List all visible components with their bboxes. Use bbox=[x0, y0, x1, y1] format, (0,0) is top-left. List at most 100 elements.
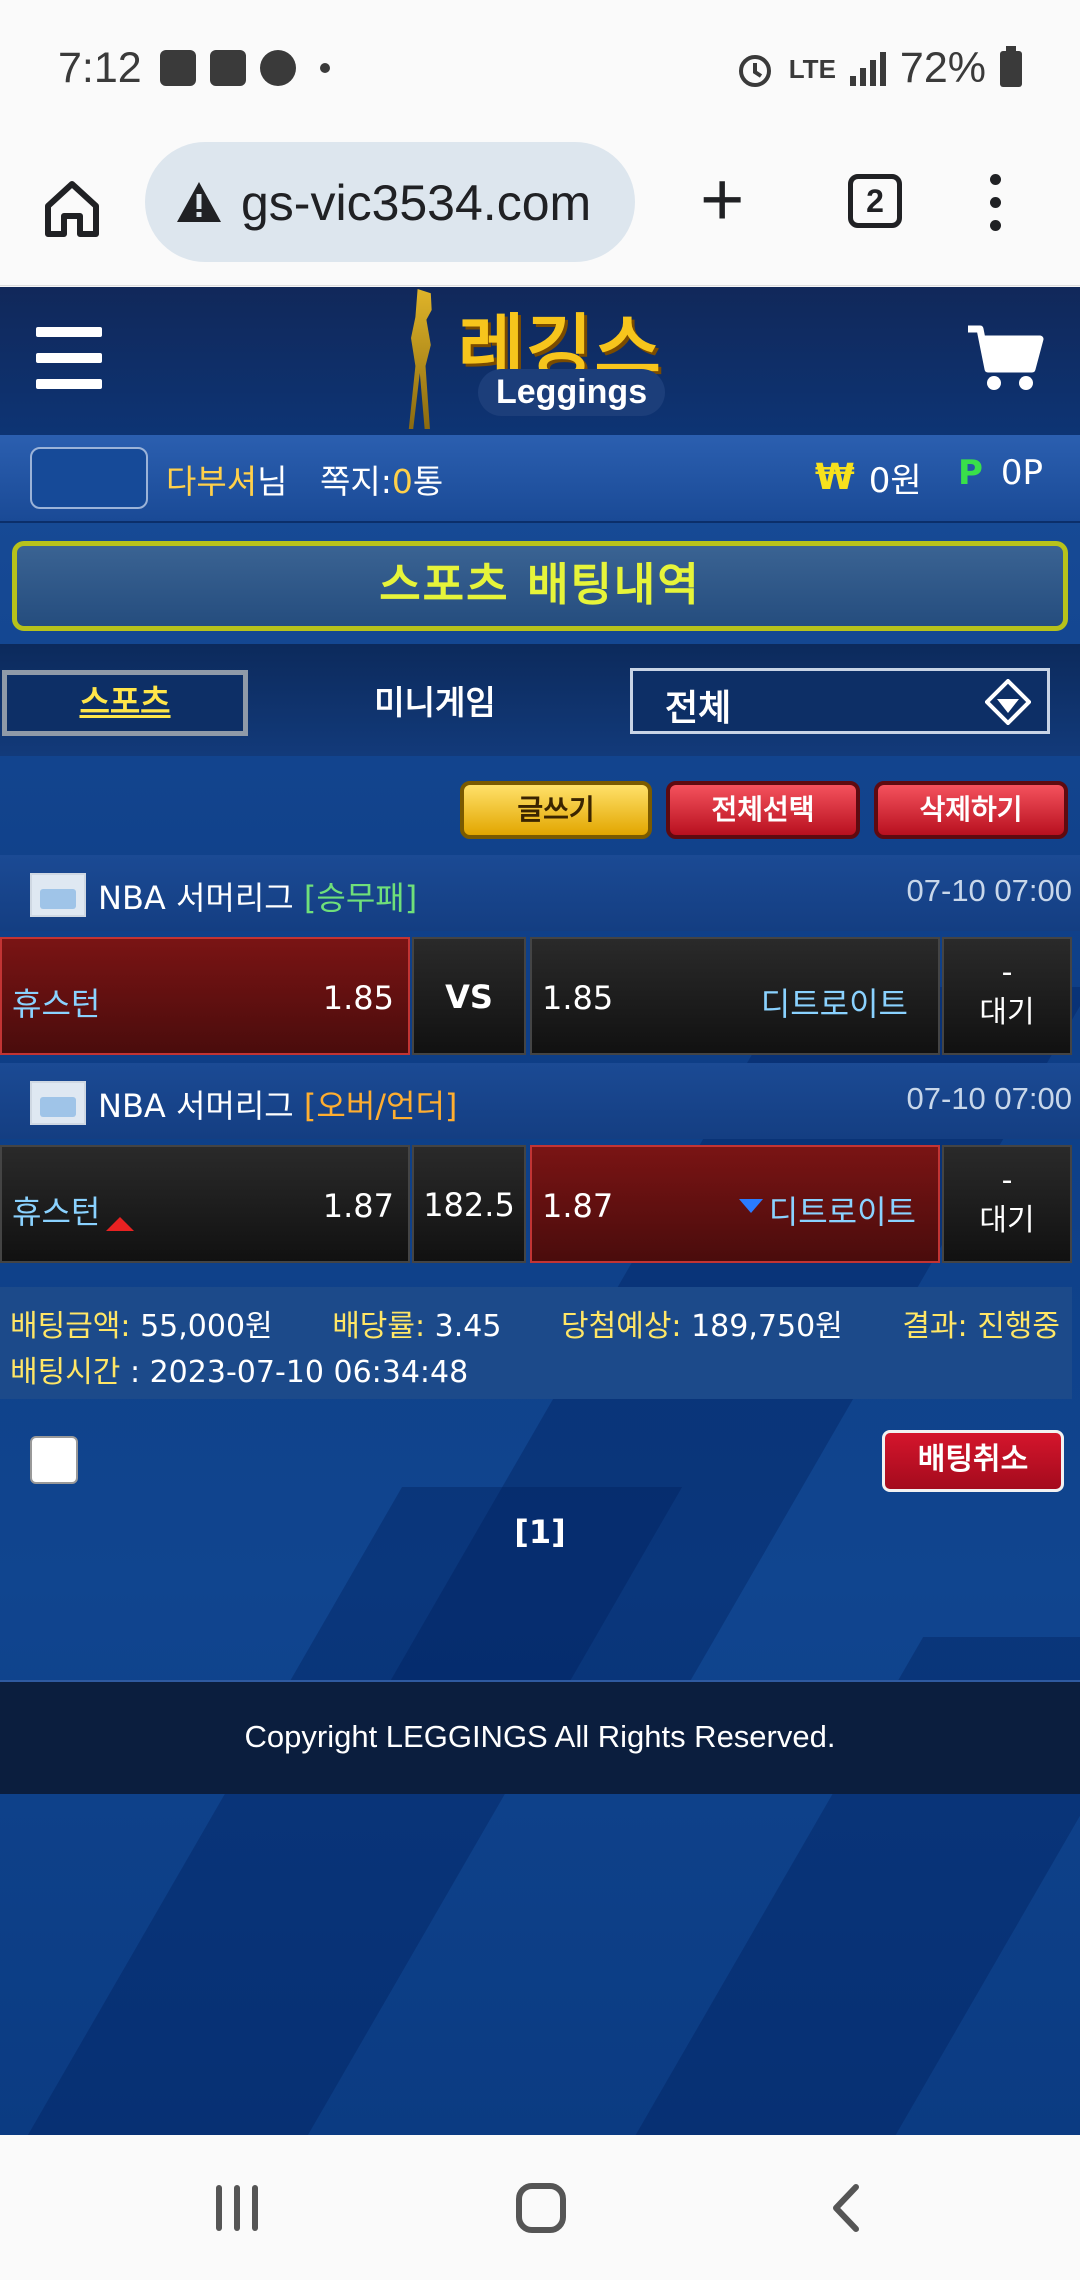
bet-time: 배팅시간 : 2023-07-10 06:34:48 bbox=[10, 1355, 469, 1390]
away-odds: 1.87 bbox=[542, 1187, 614, 1225]
address-bar[interactable]: gs-vic3534.com bbox=[145, 142, 635, 262]
league-image-icon bbox=[30, 1081, 86, 1125]
browser-toolbar: gs-vic3534.com + 2 bbox=[0, 140, 1080, 286]
alarm-icon bbox=[738, 54, 771, 87]
game-score: - bbox=[1001, 955, 1013, 990]
league-label: NBA 서머리그 bbox=[98, 1087, 294, 1125]
home-team-label: 휴스턴 bbox=[12, 1193, 101, 1231]
message-number: 0 bbox=[391, 462, 413, 501]
dropdown-arrow-icon bbox=[985, 679, 1031, 725]
away-team: 디트로이트 bbox=[760, 985, 908, 1023]
bet-select-checkbox[interactable] bbox=[30, 1436, 78, 1484]
user-honorific: 님 bbox=[257, 462, 288, 501]
new-tab-button[interactable]: + bbox=[700, 162, 744, 238]
tab-switcher-button[interactable]: 2 bbox=[848, 174, 902, 228]
bet-expected-value: 189,750원 bbox=[691, 1309, 843, 1344]
home-odds: 1.85 bbox=[322, 979, 394, 1017]
network-type: LTE bbox=[788, 53, 836, 84]
home-icon[interactable] bbox=[40, 176, 104, 240]
home-pick-cell: 휴스턴 1.85 bbox=[0, 937, 410, 1055]
nav-home-icon[interactable] bbox=[516, 2183, 566, 2233]
more-notifications-icon bbox=[320, 63, 330, 73]
battery-percent: 72% bbox=[899, 44, 986, 92]
over-arrow-icon bbox=[106, 1217, 135, 1231]
league-name: NBA 서머리그 [오버/언더] bbox=[98, 1081, 457, 1127]
away-pick-cell: 1.87 디트로이트 bbox=[530, 1145, 940, 1263]
game-score: - bbox=[1001, 1163, 1013, 1198]
game-status: 대기 bbox=[979, 995, 1035, 1030]
game-status-cell: - 대기 bbox=[942, 1145, 1072, 1263]
site-header: 레깅스 Leggings bbox=[0, 287, 1080, 435]
battery-icon bbox=[1000, 45, 1022, 87]
bet-odds-label: 배당률: bbox=[332, 1309, 426, 1344]
game-status: 대기 bbox=[979, 1203, 1035, 1238]
bet-expected: 당첨예상: 189,750원 bbox=[561, 1301, 843, 1345]
url-text[interactable]: gs-vic3534.com bbox=[241, 174, 621, 232]
home-pick-cell: 휴스턴 1.87 bbox=[0, 1145, 410, 1263]
bet-game-header: NBA 서머리그 [오버/언더] 07-10 07:00 bbox=[0, 1063, 1080, 1139]
bet-game-header: NBA 서머리그 [승무패] 07-10 07:00 bbox=[0, 855, 1080, 931]
user-info-bar: 다부셔님 쪽지:0통 ₩0원 P 0P bbox=[0, 435, 1080, 523]
bet-result: 결과: 진행중 bbox=[902, 1301, 1060, 1345]
calendar-icon bbox=[210, 50, 246, 86]
bet-amount-label: 배팅금액: bbox=[10, 1309, 131, 1344]
chat-icon bbox=[260, 50, 296, 86]
under-arrow-icon bbox=[738, 1199, 763, 1213]
message-unit: 통 bbox=[412, 462, 444, 501]
hamburger-menu-icon[interactable] bbox=[36, 327, 102, 389]
page-title: 스포츠 배팅내역 bbox=[12, 541, 1068, 631]
bet-odds-value: 3.45 bbox=[434, 1309, 502, 1344]
category-tabs: 스포츠 미니게임 전체 bbox=[0, 644, 1080, 756]
points-value: 0P bbox=[1000, 453, 1044, 493]
bet-odds: 배당률: 3.45 bbox=[332, 1301, 501, 1345]
system-nav-bar bbox=[0, 2135, 1080, 2280]
user-money: ₩0원 bbox=[815, 453, 922, 502]
menu-button[interactable] bbox=[990, 174, 1002, 234]
write-button[interactable]: 글쓰기 bbox=[460, 781, 652, 839]
background-decoration bbox=[0, 1487, 683, 2135]
away-odds: 1.85 bbox=[542, 979, 614, 1017]
pagination-current[interactable]: [1] bbox=[0, 1513, 1080, 1551]
bet-amount-value: 55,000원 bbox=[140, 1309, 273, 1344]
site-logo[interactable]: 레깅스 Leggings bbox=[400, 287, 700, 435]
bet-expected-label: 당첨예상: bbox=[561, 1309, 682, 1344]
bet-game-row: 휴스턴 1.87 182.5 1.87 디트로이트 - 대기 bbox=[0, 1145, 1080, 1265]
tab-sports[interactable]: 스포츠 bbox=[2, 670, 248, 736]
game-date: 07-10 07:00 bbox=[906, 873, 1072, 908]
notification-icons bbox=[160, 50, 330, 86]
recent-apps-icon[interactable] bbox=[216, 2185, 266, 2235]
status-right: LTE 72% bbox=[735, 44, 1022, 93]
logo-text-en: Leggings bbox=[478, 369, 666, 416]
bet-amount: 배팅금액: 55,000원 bbox=[10, 1301, 273, 1345]
select-all-button[interactable]: 전체선택 bbox=[666, 781, 860, 839]
logo-figure-icon bbox=[408, 289, 432, 429]
bet-summary: 배팅금액: 55,000원 배당률: 3.45 당첨예상: 189,750원 결… bbox=[0, 1287, 1072, 1399]
league-name: NBA 서머리그 [승무패] bbox=[98, 873, 417, 919]
middle-cell: VS bbox=[412, 937, 526, 1055]
message-count[interactable]: 쪽지:0통 bbox=[320, 455, 443, 503]
away-pick-cell: 1.85 디트로이트 bbox=[530, 937, 940, 1055]
signal-icon bbox=[849, 51, 886, 86]
cancel-bet-button[interactable]: 배팅취소 bbox=[882, 1430, 1064, 1492]
filter-select[interactable]: 전체 bbox=[630, 668, 1050, 734]
bet-game-row: 휴스턴 1.85 VS 1.85 디트로이트 - 대기 bbox=[0, 937, 1080, 1057]
back-icon[interactable] bbox=[826, 2183, 866, 2233]
tab-minigame[interactable]: 미니게임 bbox=[330, 670, 540, 736]
bet-summary-line: 배팅금액: 55,000원 배당률: 3.45 당첨예상: 189,750원 결… bbox=[10, 1301, 1060, 1345]
game-date: 07-10 07:00 bbox=[906, 1081, 1072, 1116]
user-name: 다부셔님 bbox=[166, 455, 287, 503]
user-level-badge bbox=[30, 447, 148, 509]
cart-icon[interactable] bbox=[966, 323, 1044, 395]
status-time: 7:12 bbox=[58, 44, 142, 92]
user-nickname: 다부셔 bbox=[166, 462, 258, 501]
gallery-icon bbox=[160, 50, 196, 86]
bet-type: [오버/언더] bbox=[303, 1087, 458, 1125]
site-content: 레깅스 Leggings 다부셔님 쪽지:0통 ₩0원 P 0P 스포츠 배팅내역… bbox=[0, 287, 1080, 2135]
warning-icon[interactable] bbox=[175, 180, 223, 224]
bet-time-label: 배팅시간 bbox=[10, 1355, 121, 1390]
home-team: 휴스턴 bbox=[12, 1187, 135, 1233]
status-bar: 7:12 LTE 72% bbox=[0, 0, 1080, 140]
delete-button[interactable]: 삭제하기 bbox=[874, 781, 1068, 839]
middle-cell: 182.5 bbox=[412, 1145, 526, 1263]
money-value: 0원 bbox=[868, 461, 922, 501]
